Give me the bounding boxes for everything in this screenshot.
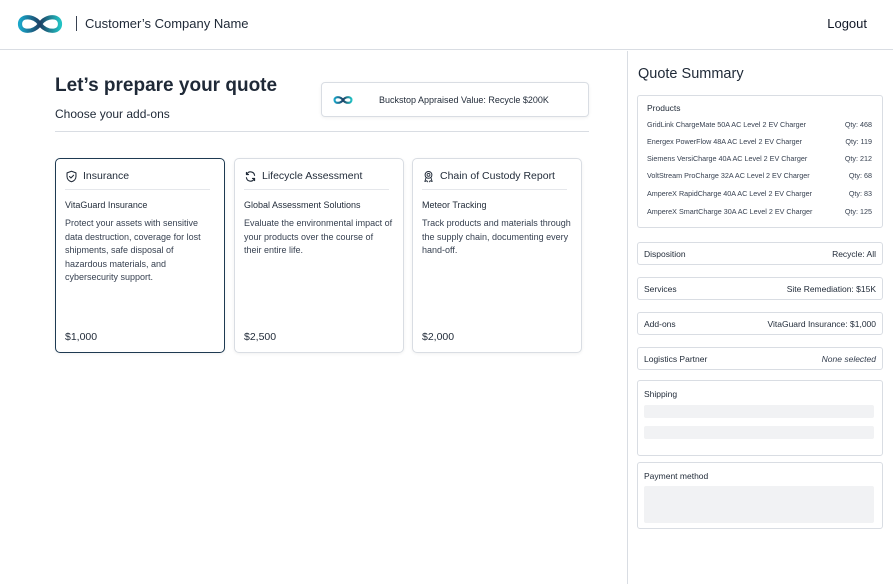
addons-row: Add-ons VitaGuard Insurance: $1,000 [637, 312, 883, 335]
infinity-logo-icon[interactable] [14, 11, 66, 37]
services-row: Services Site Remediation: $15K [637, 277, 883, 300]
card-header: Insurance [65, 168, 129, 184]
product-row: Siemens VersiCharge 40A AC Level 2 EV Ch… [647, 154, 872, 166]
card-product-name: Meteor Tracking [422, 200, 487, 210]
product-qty: Qty: 119 [845, 137, 872, 146]
card-header: Lifecycle Assessment [244, 168, 362, 184]
top-bar: Customer’s Company Name Logout [0, 0, 893, 50]
product-qty: Qty: 83 [848, 189, 872, 198]
card-description: Track products and materials through the… [422, 218, 571, 255]
quote-summary-panel: Quote Summary Products GridLink ChargeMa… [628, 51, 893, 584]
product-qty: Qty: 125 [844, 207, 872, 216]
shipping-placeholder [644, 426, 874, 439]
row-value: Recycle: All [832, 249, 876, 259]
product-name: GridLink ChargeMate 50A AC Level 2 EV Ch… [647, 120, 807, 129]
main-content: Let’s prepare your quote Choose your add… [0, 51, 627, 584]
card-product-name: VitaGuard Insurance [65, 200, 148, 210]
shield-check-icon [66, 170, 77, 182]
card-title: Lifecycle Assessment [262, 170, 363, 182]
card-price: $1,000 [65, 331, 98, 343]
product-qty: Qty: 468 [844, 120, 872, 129]
product-name: VoltStream ProCharge 32A AC Level 2 EV C… [647, 171, 810, 180]
row-value: VitaGuard Insurance: $1,000 [767, 319, 876, 329]
product-qty: Qty: 212 [844, 154, 872, 163]
refresh-icon [245, 170, 256, 182]
product-name: Energex PowerFlow 48A AC Level 2 EV Char… [647, 137, 803, 146]
divider [55, 131, 589, 132]
product-name: Siemens VersiCharge 40A AC Level 2 EV Ch… [647, 154, 808, 163]
product-qty: Qty: 68 [848, 171, 872, 180]
appraisal-text: Buckstop Appraised Value: Recycle $200K [379, 95, 549, 105]
company-name: Customer’s Company Name [85, 16, 249, 31]
row-label: Logistics Partner [644, 354, 708, 364]
shipping-label: Shipping [644, 389, 678, 399]
card-description: Evaluate the environmental impact of you… [244, 218, 393, 255]
addons-subtitle: Choose your add-ons [55, 107, 170, 121]
product-row: VoltStream ProCharge 32A AC Level 2 EV C… [647, 171, 872, 183]
row-label: Disposition [644, 249, 686, 259]
card-title: Insurance [83, 170, 130, 182]
product-row: Energex PowerFlow 48A AC Level 2 EV Char… [647, 137, 872, 149]
payment-method-panel: Payment method [637, 462, 883, 529]
row-value: Site Remediation: $15K [786, 284, 876, 294]
card-title: Chain of Custody Report [440, 170, 555, 182]
disposition-row: Disposition Recycle: All [637, 242, 883, 265]
product-row: AmpereX SmartCharge 30A AC Level 2 EV Ch… [647, 207, 872, 219]
brand-separator [76, 16, 77, 31]
logistics-partner-row: Logistics Partner None selected [637, 347, 883, 370]
products-label: Products [647, 103, 681, 113]
row-label: Services [644, 284, 677, 294]
addon-card-lifecycle[interactable]: Lifecycle Assessment Global Assessment S… [234, 158, 404, 353]
infinity-logo-icon [333, 96, 353, 104]
quote-summary-title: Quote Summary [638, 66, 744, 82]
payment-method-label: Payment method [644, 471, 709, 481]
product-row: GridLink ChargeMate 50A AC Level 2 EV Ch… [647, 120, 872, 132]
appraisal-banner: Buckstop Appraised Value: Recycle $200K [321, 82, 589, 117]
card-price: $2,000 [422, 331, 455, 343]
card-divider [65, 189, 210, 190]
badge-icon [424, 170, 433, 182]
card-divider [422, 189, 567, 190]
product-name: AmpereX SmartCharge 30A AC Level 2 EV Ch… [647, 207, 813, 216]
shipping-placeholder [644, 405, 874, 418]
product-row: AmpereX RapidCharge 40A AC Level 2 EV Ch… [647, 189, 872, 201]
row-label: Add-ons [644, 319, 676, 329]
card-price: $2,500 [244, 331, 277, 343]
logout-button[interactable]: Logout [827, 16, 867, 31]
card-description: Protect your assets with sensitive data … [65, 218, 201, 282]
payment-method-placeholder[interactable] [644, 486, 874, 523]
products-panel: Products GridLink ChargeMate 50A AC Leve… [637, 95, 883, 228]
addon-card-chain-of-custody[interactable]: Chain of Custody Report Meteor Tracking … [412, 158, 582, 353]
card-product-name: Global Assessment Solutions [244, 200, 361, 210]
page-title: Let’s prepare your quote [55, 75, 278, 96]
shipping-panel: Shipping [637, 380, 883, 456]
product-name: AmpereX RapidCharge 40A AC Level 2 EV Ch… [647, 189, 813, 198]
addon-card-insurance[interactable]: Insurance VitaGuard Insurance Protect yo… [55, 158, 225, 353]
card-divider [244, 189, 389, 190]
row-value: None selected [821, 354, 876, 364]
card-header: Chain of Custody Report [422, 168, 555, 184]
